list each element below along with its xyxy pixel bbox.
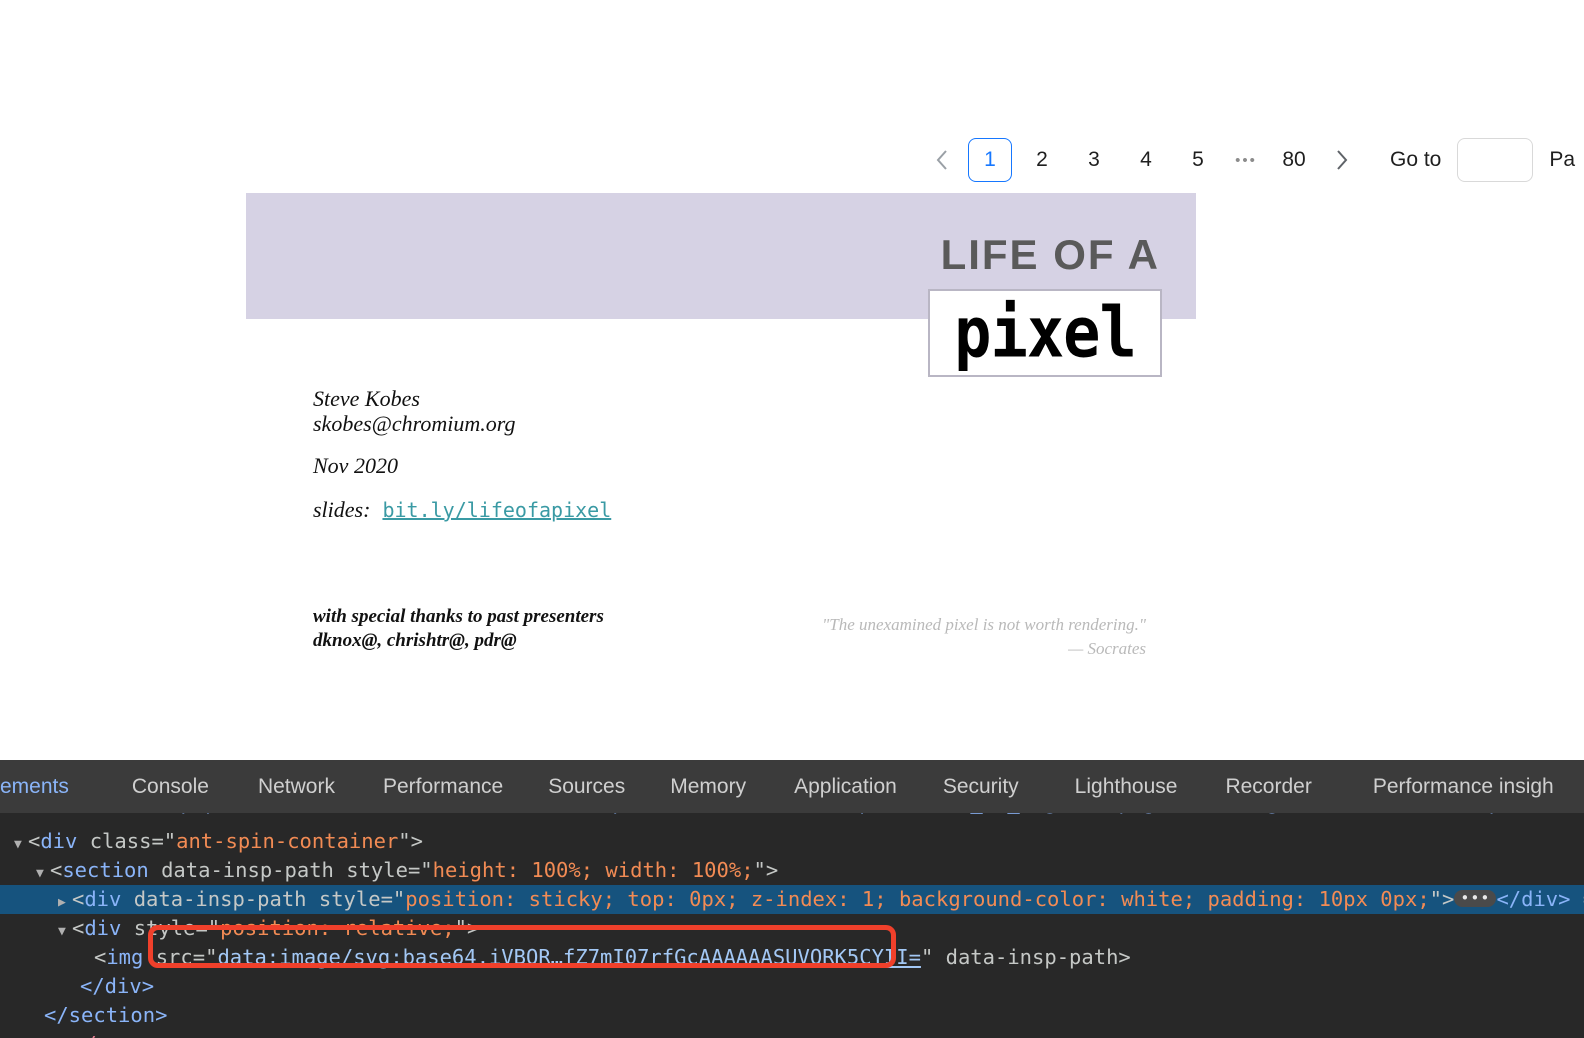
tab-performance-insights[interactable]: Performance insigh	[1373, 775, 1554, 799]
author-email: skobes@chromium.org	[313, 411, 516, 437]
dom-attr-value: ant-spin-container	[176, 829, 399, 853]
dom-row-section[interactable]: ▼ <section data-insp-path style="height: …	[0, 856, 1584, 885]
dom-tag-name: div	[40, 829, 78, 853]
thanks-line-2: dknox@, chrishtr@, pdr@	[313, 629, 517, 651]
tab-elements[interactable]: ements	[0, 775, 69, 799]
pagination-next-button[interactable]	[1320, 138, 1364, 182]
dom-attr-name: data-insp-path	[945, 945, 1119, 969]
pagination-page-1[interactable]: 1	[968, 138, 1012, 182]
dom-row-clipped-bottom[interactable]: </...	[0, 1030, 1584, 1038]
pagination-goto-input[interactable]	[1457, 138, 1534, 182]
tab-lighthouse[interactable]: Lighthouse	[1075, 775, 1178, 799]
tab-sources[interactable]: Sources	[548, 775, 625, 799]
chevron-left-icon	[936, 150, 947, 170]
pagination-page-2[interactable]: 2	[1020, 138, 1064, 182]
slides-label: slides:	[313, 497, 371, 522]
dom-row-close-div[interactable]: </div>	[0, 972, 1584, 1001]
thanks-block: with special thanks to past presenters d…	[313, 605, 604, 653]
chevron-right-icon	[1337, 150, 1348, 170]
dom-attr-name: src	[155, 945, 193, 969]
browser-page-content: 1 2 3 4 5 ••• 80 Go to Pa LIFE OF A pixe…	[0, 0, 1584, 760]
devtools-tabbar: ements Console Network Performance Sourc…	[0, 760, 1584, 813]
dom-tag-name: div	[84, 887, 122, 911]
slide-date: Nov 2020	[313, 453, 398, 478]
slides-link[interactable]: bit.ly/lifeofapixel	[382, 498, 611, 522]
pagination-goto-label: Go to	[1390, 148, 1442, 171]
dom-row-relative-div[interactable]: ▼ <div style="position: relative;">	[0, 914, 1584, 943]
dom-attr-name: data-insp-path	[161, 858, 334, 882]
slides-link-row: slides: bit.ly/lifeofapixel	[313, 497, 611, 523]
dom-attr-value-src[interactable]: data:image/svg;base64,iVBOR…fZ7mI07rfGcA…	[217, 945, 921, 969]
dom-tree[interactable]: <div data-insp-path="/Users/fanwenbin/Pe…	[0, 813, 1584, 1038]
pagination-ellipsis[interactable]: •••	[1224, 138, 1268, 182]
dom-row-close-section[interactable]: </section>	[0, 1001, 1584, 1030]
dom-close-tag: </div>	[80, 974, 155, 998]
tab-performance[interactable]: Performance	[383, 775, 503, 799]
dom-tag-name: div	[84, 916, 122, 940]
pixel-logo-text: pixel	[954, 291, 1137, 374]
pagination: 1 2 3 4 5 ••• 80 Go to Pa	[920, 138, 1575, 182]
author-name: Steve Kobes	[313, 386, 420, 411]
dom-row-ant-spin-container[interactable]: ▼ <div class="ant-spin-container">	[0, 827, 1584, 856]
pagination-page-5[interactable]: 5	[1176, 138, 1220, 182]
dom-attr-name: style	[318, 887, 381, 911]
pixel-logo-box: pixel	[928, 289, 1162, 377]
dom-attr-value: height: 100%; width: 100%;	[432, 858, 754, 882]
dom-row-clipped-text: div data-insp-path="/Users/fanwenbin/Per…	[32, 813, 1584, 814]
collapsed-children-badge[interactable]: •••	[1454, 890, 1497, 907]
dom-close-tag: </section>	[44, 1003, 168, 1027]
tab-network[interactable]: Network	[258, 775, 335, 799]
slide-title: LIFE OF A	[940, 231, 1160, 278]
pagination-page-3[interactable]: 3	[1072, 138, 1116, 182]
tab-memory[interactable]: Memory	[670, 775, 746, 799]
tab-recorder[interactable]: Recorder	[1225, 775, 1311, 799]
quote-block: "The unexamined pixel is not worth rende…	[786, 613, 1146, 661]
dom-close-tag: </div>	[1496, 887, 1571, 911]
disclosure-triangle-icon[interactable]: ▼	[14, 830, 28, 859]
thanks-line-1: with special thanks to past presenters	[313, 606, 604, 627]
dom-attr-value: position: relative;	[220, 916, 455, 940]
tab-security[interactable]: Security	[943, 775, 1019, 799]
dom-attr-name: data-insp-path	[133, 887, 307, 911]
pdf-slide-page[interactable]: LIFE OF A pixel Steve Kobes skobes@chrom…	[246, 193, 1196, 719]
dom-row-selected-sticky-div[interactable]: ▶ <div data-insp-path style="position: st…	[0, 885, 1584, 914]
disclosure-triangle-icon[interactable]: ▼	[36, 859, 50, 888]
disclosure-triangle-icon[interactable]: ▶	[58, 888, 72, 917]
author-block: Steve Kobes skobes@chromium.org	[313, 387, 516, 437]
quote-text: "The unexamined pixel is not worth rende…	[822, 615, 1146, 634]
pagination-goto-suffix: Pa	[1549, 148, 1576, 171]
dom-attr-name: style	[346, 858, 408, 882]
tab-console[interactable]: Console	[132, 775, 209, 799]
dom-row-img[interactable]: <img src="data:image/svg;base64,iVBOR…fZ…	[0, 943, 1584, 972]
dom-attr-value: position: sticky; top: 0px; z-index: 1; …	[405, 887, 1430, 911]
pagination-page-last[interactable]: 80	[1272, 138, 1316, 182]
dom-tag-name: img	[106, 945, 144, 969]
dom-row-clipped[interactable]: <div data-insp-path="/Users/fanwenbin/Pe…	[0, 813, 1584, 827]
dom-attr-name: style	[133, 916, 196, 940]
devtools-panel: ements Console Network Performance Sourc…	[0, 760, 1584, 1038]
quote-attribution: — Socrates	[1068, 638, 1146, 658]
tab-application[interactable]: Application	[794, 775, 897, 799]
pagination-prev-button[interactable]	[920, 138, 964, 182]
dom-attr-name: class	[89, 829, 152, 853]
disclosure-triangle-icon[interactable]: ▼	[58, 917, 72, 946]
dom-tag-name: section	[62, 858, 149, 882]
pagination-page-4[interactable]: 4	[1124, 138, 1168, 182]
